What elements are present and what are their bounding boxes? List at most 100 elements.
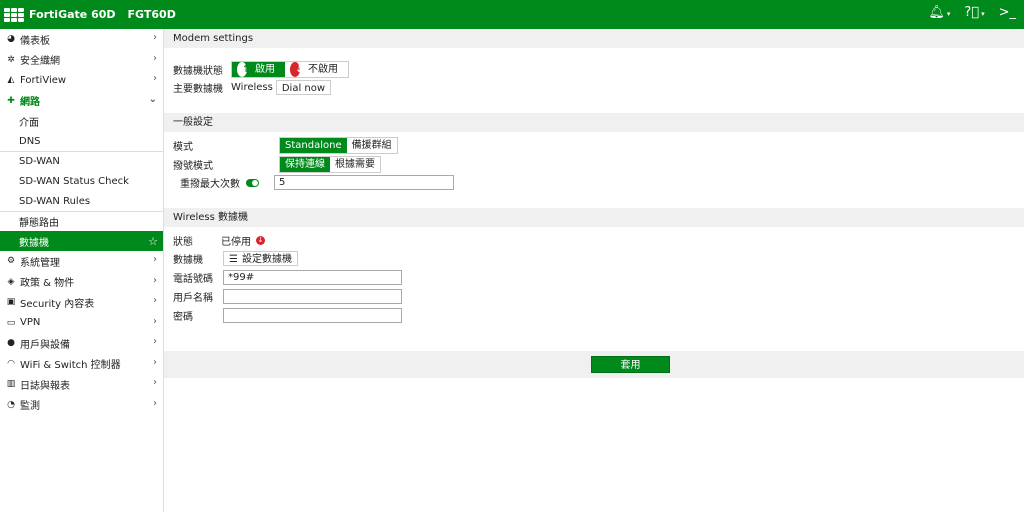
fortinet-logo[interactable]: FortiGate 60D (4, 7, 116, 22)
sidebar-item-policy-objects[interactable]: ◈ 政策 & 物件 › (0, 272, 163, 293)
sidebar-item-label: WiFi & Switch 控制器 (20, 360, 121, 372)
sidebar-item-label: 系統管理 (20, 257, 60, 269)
chevron-right-icon: › (153, 377, 157, 388)
user-icon: ● (7, 338, 15, 349)
sidebar-item-security-fabric[interactable]: ✲ 安全織網 › (0, 50, 163, 71)
footer-bar: 套用 (164, 351, 1024, 378)
wireless-status-value: 已停用 (221, 237, 251, 248)
sidebar-item-label: 數據機 (19, 237, 49, 249)
chevron-right-icon: › (153, 315, 157, 327)
primary-modem-row: 主要數據機 Wireless Dial now (173, 80, 332, 95)
sidebar-subitem-modem[interactable]: 數據機 ☆ (0, 231, 163, 251)
apply-button[interactable]: 套用 (591, 356, 670, 373)
sidebar-item-label: 日誌與報表 (20, 380, 70, 392)
bar-chart-icon: ▥ (6, 379, 16, 390)
dial-mode-row: 撥號模式 保持連線 根據需要 (173, 156, 381, 173)
mode-redundant-button[interactable]: 備援群組 (347, 138, 397, 153)
wifi-icon: ◠ (7, 358, 15, 369)
redial-limit-row: 重撥最大次數 5 (180, 175, 454, 190)
configure-modem-button[interactable]: ☰ 設定數據機 (223, 251, 298, 266)
pie-icon: ◔ (7, 399, 15, 410)
sidebar-item-label: VPN (20, 317, 41, 329)
notification-bell-button[interactable]: 🔔︎ ▾ (928, 5, 950, 20)
fortinet-logo-icon (4, 7, 24, 22)
password-input[interactable] (223, 308, 402, 323)
password-label: 密碼 (173, 312, 193, 323)
sidebar-item-log-report[interactable]: ▥ 日誌與報表 › (0, 374, 163, 395)
sidebar-subitem-static-routes[interactable]: 靜態路由 (0, 211, 163, 231)
sidebar-item-label: 安全織網 (20, 56, 60, 68)
dial-now-button[interactable]: Dial now (275, 80, 332, 95)
chevron-right-icon: › (153, 32, 157, 43)
mode-label: 模式 (173, 142, 193, 153)
fabric-icon: ✲ (7, 54, 15, 65)
sidebar-subitem-sdwan[interactable]: SD-WAN (0, 151, 163, 171)
check-circle-icon: ↑ (237, 62, 250, 77)
gear-icon: ⚙ (6, 256, 16, 267)
phone-number-input[interactable]: *99# (223, 270, 402, 285)
sidebar-subitem-dns[interactable]: DNS (0, 131, 163, 151)
help-icon: ?⃝ (964, 5, 980, 20)
hostname: FGT60D (127, 8, 176, 21)
wireless-modem-row: 數據機 ☰ 設定數據機 (173, 251, 298, 266)
disabled-status-icon: ↓ (256, 236, 265, 245)
sidebar-item-label: Security 內容表 (20, 298, 95, 310)
cli-console-button[interactable]: >_ (999, 5, 1016, 20)
username-input[interactable] (223, 289, 402, 304)
sidebar-item-network[interactable]: ✚ 網路 ⌄ (0, 91, 163, 112)
redial-limit-input[interactable]: 5 (274, 175, 454, 190)
sidebar-subitem-sdwan-status-check[interactable]: SD-WAN Status Check (0, 171, 163, 191)
favorite-star-icon[interactable]: ☆ (148, 235, 158, 248)
dial-on-demand-button[interactable]: 根據需要 (330, 157, 380, 172)
mode-standalone-button[interactable]: Standalone (280, 138, 347, 153)
sidebar-item-label: FortiView (20, 74, 67, 86)
chevron-right-icon: › (153, 397, 157, 409)
redial-limit-toggle[interactable] (246, 178, 259, 187)
modem-settings-header: Modem settings (164, 29, 1024, 48)
sidebar-item-user-device[interactable]: ● 用戶與設備 › (0, 333, 163, 354)
dial-mode-label: 撥號模式 (173, 161, 213, 172)
dashboard-icon: ◕ (7, 34, 15, 45)
modem-status-label: 數據機狀態 (173, 66, 223, 77)
enable-label: 啟用 (255, 64, 275, 75)
sidebar-item-fortiview[interactable]: ◭ FortiView › (0, 70, 163, 91)
sidebar-item-vpn[interactable]: ▭ VPN › (0, 313, 163, 334)
chevron-right-icon: › (153, 295, 157, 306)
shield-icon: ◈ (7, 276, 15, 287)
terminal-icon: >_ (998, 5, 1016, 20)
top-bar: FortiGate 60D FGT60D 🔔︎ ▾ ?⃝ ▾ >_ (0, 0, 1024, 29)
bell-icon: 🔔︎ (928, 5, 945, 20)
username-row: 用戶名稱 (173, 289, 402, 304)
phone-number-row: 電話號碼 *99# (173, 270, 402, 285)
chevron-right-icon: › (153, 274, 157, 286)
disabled-circle-icon: ↓ (290, 62, 303, 77)
brand-name: FortiGate 60D (29, 8, 116, 21)
general-settings-header: 一般設定 (164, 113, 1024, 132)
modem-disable-button[interactable]: ↓ 不啟用 (285, 62, 348, 77)
sidebar-subitem-interfaces[interactable]: 介面 (0, 111, 163, 131)
sidebar-item-wifi-switch[interactable]: ◠ WiFi & Switch 控制器 › (0, 354, 163, 375)
mode-toggle: Standalone 備援群組 (279, 137, 398, 154)
sidebar-item-label: 網路 (20, 97, 40, 109)
primary-modem-value: Wireless (231, 82, 273, 93)
sidebar-item-dashboard[interactable]: ◕ 儀表板 › (0, 29, 163, 50)
help-button[interactable]: ?⃝ ▾ (964, 5, 984, 20)
chevron-right-icon: › (153, 52, 157, 64)
chevron-right-icon: › (153, 356, 157, 368)
modem-status-toggle: ↑ 啟用 ↓ 不啟用 (231, 61, 349, 78)
sidebar-subitem-sdwan-rules[interactable]: SD-WAN Rules (0, 191, 163, 211)
wireless-status-label: 狀態 (173, 237, 193, 248)
mode-row: 模式 Standalone 備援群組 (173, 137, 398, 154)
sidebar: ◕ 儀表板 › ✲ 安全織網 › ◭ FortiView › ✚ 網路 ⌄ 介面… (0, 29, 164, 512)
monitor-icon: ▭ (6, 317, 16, 328)
modem-enable-button[interactable]: ↑ 啟用 (232, 62, 285, 77)
dial-mode-toggle: 保持連線 根據需要 (279, 156, 381, 173)
dial-always-button[interactable]: 保持連線 (280, 157, 330, 172)
sidebar-item-security-profiles[interactable]: ▣ Security 內容表 › (0, 292, 163, 313)
modem-status-row: 數據機狀態 ↑ 啟用 ↓ 不啟用 (173, 61, 349, 78)
sidebar-item-system[interactable]: ⚙ 系統管理 › (0, 251, 163, 272)
wireless-status-row: 狀態 已停用 ↓ (173, 233, 268, 248)
sidebar-item-monitor[interactable]: ◔ 監測 › (0, 395, 163, 416)
list-icon: ☰ (229, 254, 238, 265)
redial-limit-label: 重撥最大次數 (180, 179, 240, 190)
